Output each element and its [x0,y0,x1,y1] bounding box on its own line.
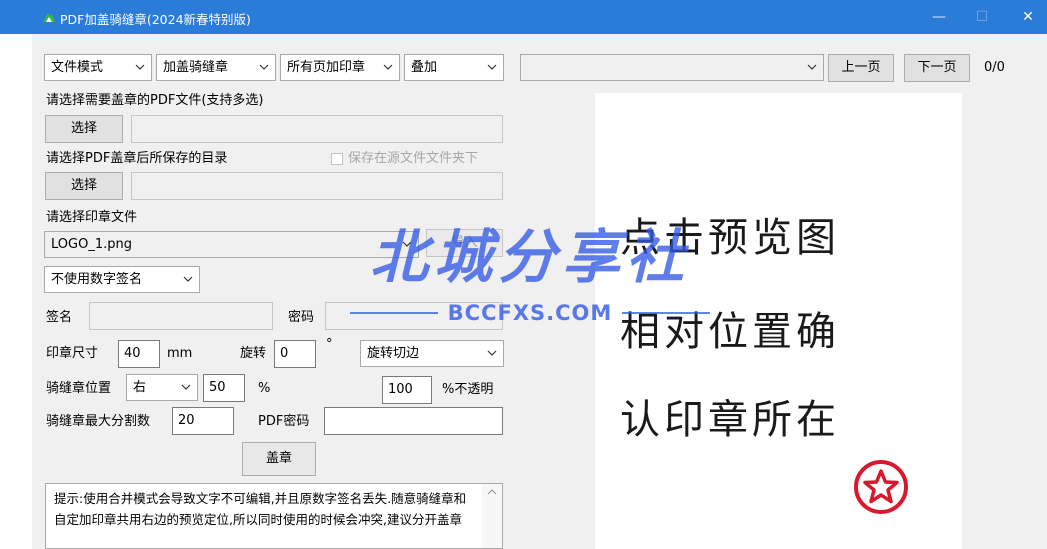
minimize-button[interactable]: — [928,7,950,27]
sign-password-input[interactable] [325,302,503,330]
app-icon [43,13,55,22]
page-select-combo[interactable] [520,54,824,81]
seam-percent-input[interactable]: 50 [203,374,245,402]
pdf-password-input[interactable] [324,407,503,435]
seal-size-label: 印章尺寸 [46,346,99,361]
page-range-combo[interactable]: 所有页加印章 [280,54,400,81]
pdf-files-label: 请选择需要盖章的PDF文件(支持多选) [46,93,264,108]
close-button[interactable]: ✕ [1017,7,1039,27]
title-bar: PDF加盖骑缝章(2024新春特别版) — ☐ ✕ [0,0,1047,34]
seal-file-combo[interactable]: LOGO_1.png [44,231,419,258]
prev-page-button[interactable]: 上一页 [828,54,894,82]
sign-name-input[interactable] [89,302,273,330]
chevron-down-icon [383,64,393,70]
sign-name-label: 签名 [46,310,73,325]
import-seal-button[interactable]: 导入 [426,229,503,257]
seal-size-unit: mm [167,346,193,361]
next-page-button[interactable]: 下一页 [904,54,970,82]
rotate-mode-combo[interactable]: 旋转切边 [360,340,504,367]
chevron-down-icon [487,64,497,70]
maximize-button[interactable]: ☐ [971,7,993,27]
page-counter: 0/0 [984,60,1005,75]
save-in-source-checkbox[interactable] [331,153,343,165]
preview-text-line3: 认印章所在 [620,397,840,443]
chevron-up-icon [487,489,497,495]
window-title: PDF加盖骑缝章(2024新春特别版) [60,12,251,27]
seam-side-combo[interactable]: 右 [126,374,198,401]
rotate-input[interactable]: 0 [274,340,316,368]
choose-dir-button[interactable]: 选择 [45,172,123,200]
tip-textbox[interactable]: 提示:使用合并模式会导致文字不可编辑,并且原数字签名丢失.随意骑缝章和自定加印章… [45,483,503,549]
tip-text: 提示:使用合并模式会导致文字不可编辑,并且原数字签名丢失.随意骑缝章和自定加印章… [54,491,467,527]
seal-size-input[interactable]: 40 [118,340,160,368]
chevron-down-icon [135,64,145,70]
degree-symbol: ° [326,337,333,352]
tip-scrollbar[interactable] [482,484,502,548]
stamp-button[interactable]: 盖章 [242,442,316,476]
pdf-password-label: PDF密码 [258,414,310,429]
max-split-label: 骑缝章最大分割数 [46,414,151,429]
chevron-down-icon [181,384,191,390]
opacity-label: %不透明 [442,382,494,397]
preview-text-line2: 相对位置确 [620,309,840,355]
pdf-path-input[interactable] [131,115,503,143]
output-dir-label: 请选择PDF盖章后所保存的目录 [46,151,228,166]
stamp-type-combo[interactable]: 加盖骑缝章 [156,54,276,81]
chevron-down-icon [183,276,193,282]
save-in-source-label: 保存在源文件文件夹下 [348,151,479,166]
chevron-down-icon [807,64,817,70]
max-split-input[interactable]: 20 [172,407,234,435]
seam-percent-unit: % [258,381,271,396]
opacity-input[interactable]: 100 [382,376,432,404]
rotate-label: 旋转 [240,346,267,361]
chevron-down-icon [487,350,497,356]
chevron-down-icon [402,241,412,247]
seam-position-label: 骑缝章位置 [46,381,112,396]
choose-pdf-button[interactable]: 选择 [45,115,123,143]
seal-file-label: 请选择印章文件 [46,210,138,225]
output-dir-input[interactable] [131,172,503,200]
seal-star-icon[interactable] [851,457,911,517]
blend-combo[interactable]: 叠加 [404,54,504,81]
mode-combo[interactable]: 文件模式 [44,54,152,81]
chevron-down-icon [259,64,269,70]
preview-text-line1: 点击预览图 [620,215,840,261]
sign-password-label: 密码 [288,310,315,325]
digital-sign-combo[interactable]: 不使用数字签名 [44,266,200,293]
